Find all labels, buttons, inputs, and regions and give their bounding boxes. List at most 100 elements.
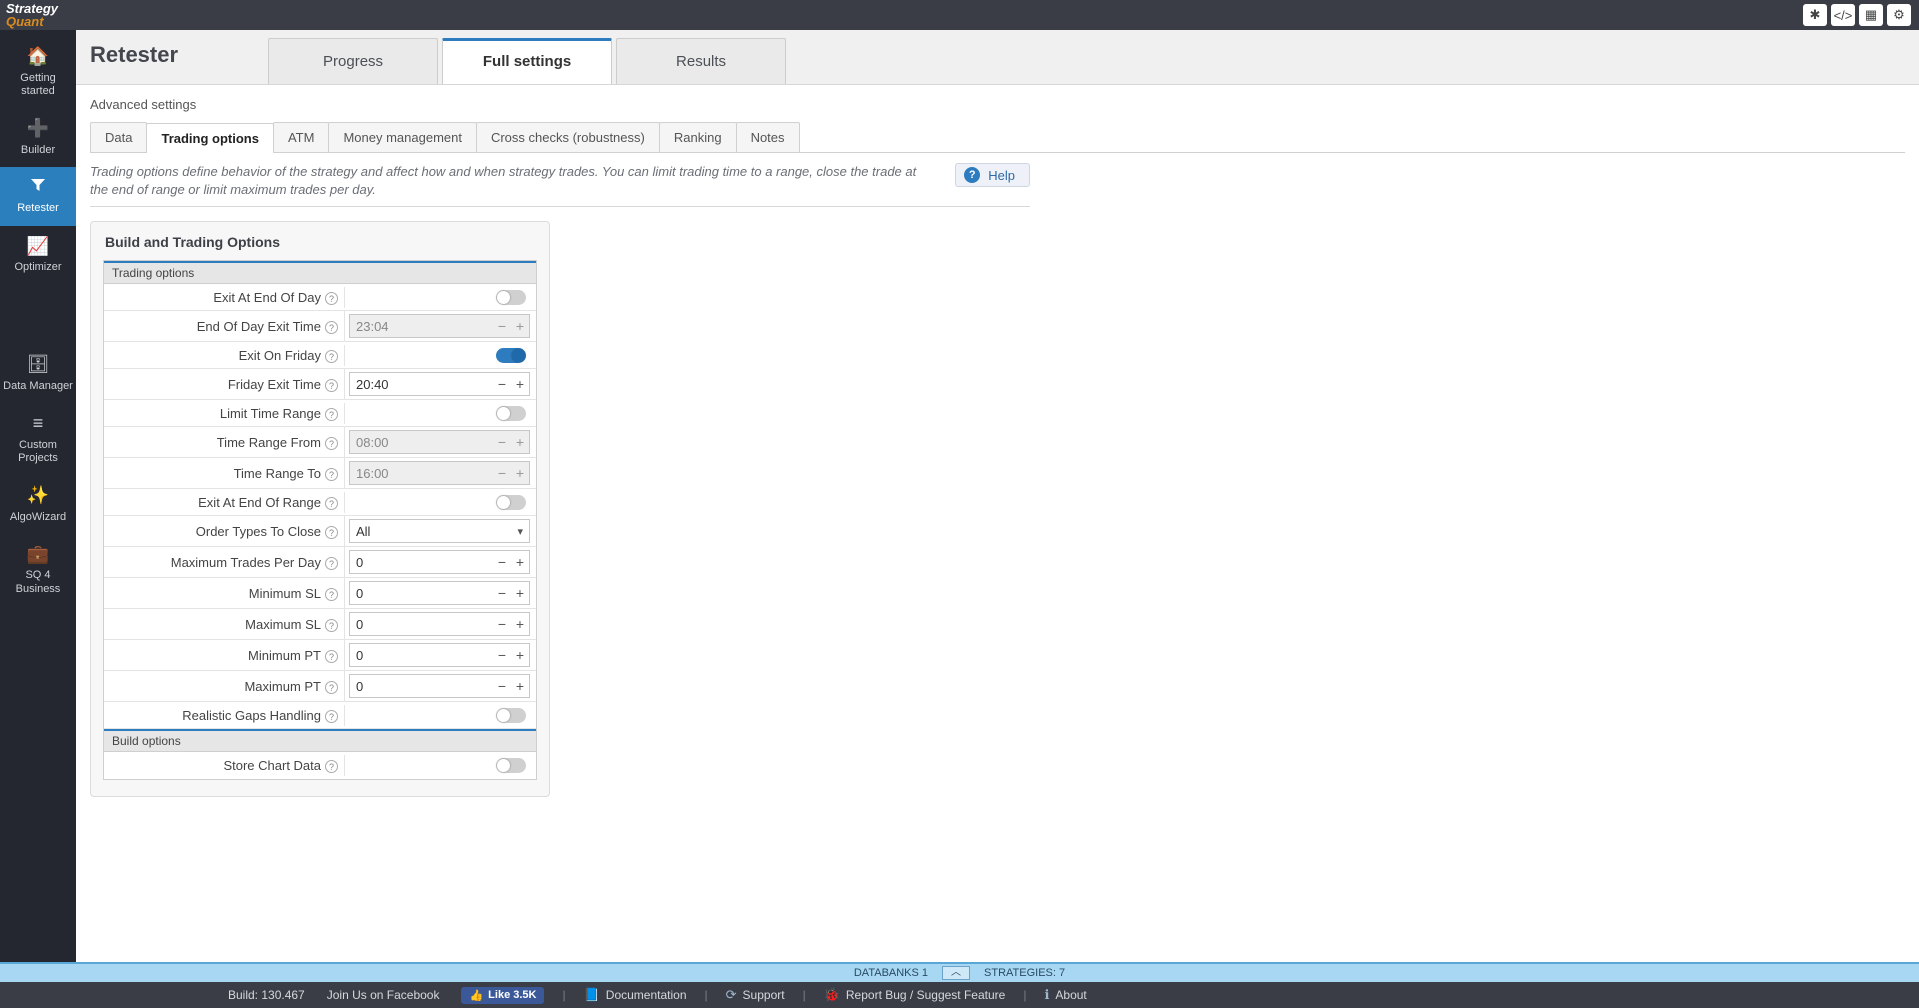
maxTrades-input[interactable]: −+ bbox=[349, 550, 530, 574]
orderTypes-select[interactable]: All▾ bbox=[349, 519, 530, 543]
help-icon[interactable]: ? bbox=[325, 408, 338, 421]
grid-icon[interactable]: ▦ bbox=[1859, 4, 1883, 26]
plus-button[interactable]: + bbox=[511, 376, 529, 392]
subtab-notes[interactable]: Notes bbox=[736, 122, 800, 152]
subtab-money-management[interactable]: Money management bbox=[328, 122, 477, 152]
help-icon[interactable]: ? bbox=[325, 710, 338, 723]
tab-full-settings[interactable]: Full settings bbox=[442, 38, 612, 84]
plus-button[interactable]: + bbox=[511, 647, 529, 663]
storeChart-toggle[interactable] bbox=[496, 758, 526, 773]
code-icon[interactable]: </> bbox=[1831, 4, 1855, 26]
help-icon[interactable]: ? bbox=[325, 619, 338, 632]
minPT-input[interactable]: −+ bbox=[349, 643, 530, 667]
tab-progress[interactable]: Progress bbox=[268, 38, 438, 84]
databanks-bar[interactable]: DATABANKS 1 ︿ STRATEGIES: 7 bbox=[0, 962, 1919, 982]
sidebar-item-optimizer[interactable]: 📈Optimizer bbox=[0, 226, 76, 285]
help-button[interactable]: ? Help bbox=[955, 163, 1030, 187]
footer-link-support[interactable]: ⟳Support bbox=[726, 987, 785, 1003]
sidebar-item-custom-projects[interactable]: ≡CustomProjects bbox=[0, 403, 76, 475]
help-icon[interactable]: ? bbox=[325, 588, 338, 601]
subtab-data[interactable]: Data bbox=[90, 122, 147, 152]
minus-button: − bbox=[493, 434, 511, 450]
limitRange-toggle[interactable] bbox=[496, 406, 526, 421]
minus-button[interactable]: − bbox=[493, 554, 511, 570]
option-label: Limit Time Range? bbox=[104, 402, 344, 425]
rangeFrom-input: −+ bbox=[349, 430, 530, 454]
plus-button[interactable]: + bbox=[511, 616, 529, 632]
plus-button[interactable]: + bbox=[511, 554, 529, 570]
plus-button: + bbox=[511, 465, 529, 481]
gear-icon[interactable]: ⚙ bbox=[1887, 4, 1911, 26]
sidebar-item-sq-4-business[interactable]: 💼SQ 4 Business bbox=[0, 534, 76, 606]
maxSL-field[interactable] bbox=[350, 613, 493, 635]
help-icon[interactable]: ? bbox=[325, 350, 338, 363]
subtab-atm[interactable]: ATM bbox=[273, 122, 329, 152]
subtab-trading-options[interactable]: Trading options bbox=[146, 123, 274, 153]
footer-link-about[interactable]: ℹAbout bbox=[1044, 987, 1086, 1003]
subtabs: DataTrading optionsATMMoney managementCr… bbox=[90, 122, 1905, 153]
sidebar-item-builder[interactable]: ➕Builder bbox=[0, 108, 76, 167]
option-row-rangeFrom: Time Range From?−+ bbox=[104, 427, 536, 458]
nav-icon: 📈 bbox=[2, 236, 74, 258]
fridayTime-field[interactable] bbox=[350, 373, 493, 395]
maxSL-input[interactable]: −+ bbox=[349, 612, 530, 636]
help-icon[interactable]: ? bbox=[325, 526, 338, 539]
help-icon[interactable]: ? bbox=[325, 760, 338, 773]
help-icon[interactable]: ? bbox=[325, 650, 338, 663]
minus-button[interactable]: − bbox=[493, 585, 511, 601]
filter-icon bbox=[2, 177, 74, 199]
nav-icon: ➕ bbox=[2, 118, 74, 140]
exitEndRange-toggle[interactable] bbox=[496, 495, 526, 510]
link-icon: ℹ bbox=[1044, 987, 1049, 1003]
tab-results[interactable]: Results bbox=[616, 38, 786, 84]
maxPT-field[interactable] bbox=[350, 675, 493, 697]
sidebar-item-data-manager[interactable]: 🗄Data Manager bbox=[0, 344, 76, 403]
minPT-field[interactable] bbox=[350, 644, 493, 666]
panel-title: Build and Trading Options bbox=[105, 234, 535, 250]
fridayTime-input[interactable]: −+ bbox=[349, 372, 530, 396]
gaps-toggle[interactable] bbox=[496, 708, 526, 723]
option-row-minSL: Minimum SL?−+ bbox=[104, 578, 536, 609]
help-icon[interactable]: ? bbox=[325, 321, 338, 334]
chevron-up-icon[interactable]: ︿ bbox=[942, 966, 970, 980]
help-icon[interactable]: ? bbox=[325, 379, 338, 392]
exitFriday-toggle[interactable] bbox=[496, 348, 526, 363]
subtab-ranking[interactable]: Ranking bbox=[659, 122, 737, 152]
minus-button[interactable]: − bbox=[493, 647, 511, 663]
chevron-down-icon: ▾ bbox=[517, 525, 523, 538]
minSL-input[interactable]: −+ bbox=[349, 581, 530, 605]
minus-button[interactable]: − bbox=[493, 678, 511, 694]
option-label: Maximum PT? bbox=[104, 675, 344, 698]
footer-link-report-bug-suggest-feature[interactable]: 🐞Report Bug / Suggest Feature bbox=[824, 987, 1006, 1003]
exitEod-toggle[interactable] bbox=[496, 290, 526, 305]
help-icon[interactable]: ? bbox=[325, 681, 338, 694]
subtab-cross-checks-robustness-[interactable]: Cross checks (robustness) bbox=[476, 122, 660, 152]
minus-button[interactable]: − bbox=[493, 616, 511, 632]
thumb-icon: 👍 bbox=[469, 989, 483, 1002]
footer-link-documentation[interactable]: 📘Documentation bbox=[584, 987, 687, 1003]
option-label: Time Range From? bbox=[104, 431, 344, 454]
section-header: Trading options bbox=[104, 261, 536, 284]
options-grid: Trading optionsExit At End Of Day?End Of… bbox=[103, 260, 537, 780]
sidebar-item-retester[interactable]: Retester bbox=[0, 167, 76, 226]
help-icon[interactable]: ? bbox=[325, 557, 338, 570]
sidebar-item-algowizard[interactable]: ✨AlgoWizard bbox=[0, 475, 76, 534]
plus-button[interactable]: + bbox=[511, 585, 529, 601]
sidebar: 🏠Gettingstarted➕BuilderRetester📈Optimize… bbox=[0, 30, 76, 962]
option-label: Exit At End Of Range? bbox=[104, 491, 344, 514]
facebook-link[interactable]: Join Us on Facebook bbox=[327, 988, 440, 1002]
minSL-field[interactable] bbox=[350, 582, 493, 604]
maxPT-input[interactable]: −+ bbox=[349, 674, 530, 698]
plus-button[interactable]: + bbox=[511, 678, 529, 694]
minus-button[interactable]: − bbox=[493, 376, 511, 392]
help-icon[interactable]: ? bbox=[325, 497, 338, 510]
help-icon[interactable]: ? bbox=[325, 437, 338, 450]
sidebar-item-getting-started[interactable]: 🏠Gettingstarted bbox=[0, 36, 76, 108]
content-area: Retester ProgressFull settingsResults Ad… bbox=[76, 30, 1919, 962]
maxTrades-field[interactable] bbox=[350, 551, 493, 573]
like-button[interactable]: 👍Like 3.5K bbox=[461, 987, 544, 1004]
debug-icon[interactable]: ✱ bbox=[1803, 4, 1827, 26]
help-icon[interactable]: ? bbox=[325, 468, 338, 481]
help-icon[interactable]: ? bbox=[325, 292, 338, 305]
section-header: Build options bbox=[104, 729, 536, 752]
